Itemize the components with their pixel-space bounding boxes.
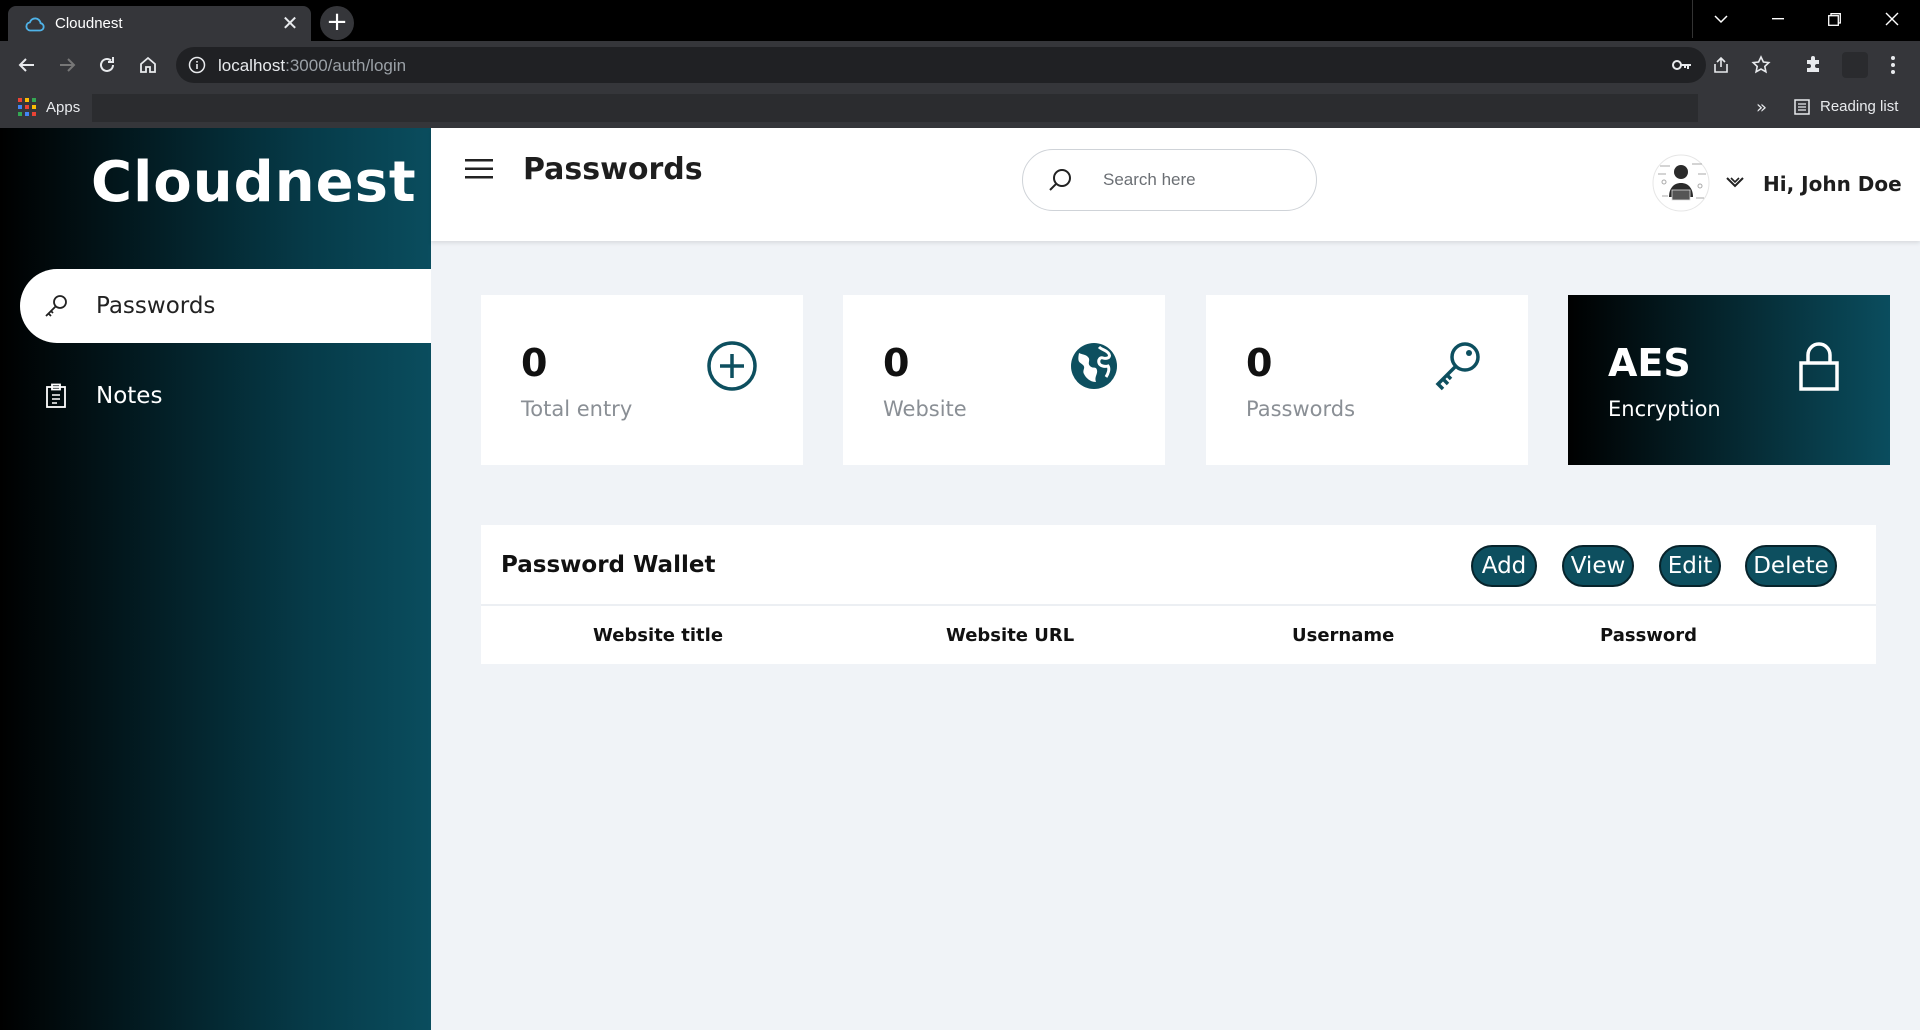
address-bar[interactable]: localhost:3000/auth/login	[176, 47, 1771, 83]
url-host: localhost	[218, 56, 286, 75]
browser-menu-icon[interactable]	[1878, 50, 1908, 80]
browser-tab-strip: Cloudnest ✕ +	[0, 0, 1920, 41]
apps-bookmark[interactable]: Apps	[18, 98, 80, 116]
close-window-icon[interactable]	[1863, 0, 1920, 38]
page-title: Passwords	[523, 152, 703, 187]
search-input[interactable]	[1103, 168, 1293, 192]
stat-card-total-entry: 0 Total entry	[481, 295, 803, 465]
stat-label: Encryption	[1608, 397, 1721, 421]
reading-list-icon	[1794, 98, 1810, 115]
tab-title: Cloudnest	[55, 15, 123, 32]
add-button[interactable]: Add	[1471, 545, 1537, 587]
tab-search-icon[interactable]	[1692, 0, 1749, 38]
view-button[interactable]: View	[1562, 545, 1634, 587]
password-wallet-panel: Password Wallet Add View Edit Delete Web…	[481, 525, 1876, 664]
wallet-title: Password Wallet	[501, 552, 716, 578]
stat-value: 0	[521, 341, 548, 385]
sidebar-item-label: Passwords	[96, 293, 216, 319]
new-tab-button[interactable]: +	[320, 6, 354, 40]
column-header-website-title[interactable]: Website title	[593, 625, 723, 646]
user-avatar[interactable]	[1652, 152, 1710, 214]
bookmark-star-icon[interactable]	[1751, 55, 1771, 75]
apps-label: Apps	[46, 98, 81, 116]
clipboard-icon	[42, 382, 70, 410]
window-controls	[1692, 0, 1920, 38]
share-icon[interactable]	[1711, 55, 1731, 75]
stat-card-encryption: AES Encryption	[1568, 295, 1890, 465]
sidebar-item-passwords[interactable]: Passwords	[20, 269, 431, 343]
browser-toolbar: localhost:3000/auth/login	[0, 41, 1920, 89]
url-path: :3000/auth/login	[285, 56, 407, 75]
globe-icon	[1071, 343, 1117, 389]
browser-tab[interactable]: Cloudnest ✕	[8, 6, 311, 41]
cloud-favicon-icon	[25, 17, 45, 32]
forward-icon[interactable]	[52, 50, 82, 80]
table-header-row: Website title Website URL Username Passw…	[481, 608, 1876, 664]
url-text: localhost:3000/auth/login	[218, 56, 406, 76]
stat-value: 0	[883, 341, 910, 385]
sidebar: Cloudnest Passwords Notes	[0, 128, 431, 1030]
password-key-icon[interactable]	[1672, 55, 1692, 75]
stat-value: 0	[1246, 341, 1273, 385]
search-icon	[1049, 169, 1071, 191]
hamburger-menu-icon[interactable]	[465, 158, 493, 180]
tab-close-icon[interactable]: ✕	[279, 12, 301, 34]
user-greeting[interactable]: Hi, John Doe	[1763, 172, 1902, 196]
lock-icon	[1799, 342, 1839, 391]
brand-logo: Cloudnest	[91, 150, 417, 215]
column-header-website-url[interactable]: Website URL	[946, 625, 1074, 646]
back-icon[interactable]	[12, 50, 42, 80]
wallet-header: Password Wallet Add View Edit Delete	[481, 525, 1876, 606]
extensions-icon[interactable]	[1798, 50, 1828, 80]
key-icon	[42, 292, 70, 320]
info-icon[interactable]	[188, 56, 206, 74]
stat-value: AES	[1608, 341, 1691, 385]
reading-list-label: Reading list	[1820, 98, 1899, 115]
search-box[interactable]	[1022, 149, 1317, 211]
minimize-icon[interactable]	[1749, 0, 1806, 38]
column-header-username[interactable]: Username	[1292, 625, 1394, 646]
delete-button[interactable]: Delete	[1745, 545, 1837, 587]
stat-label: Website	[883, 397, 967, 421]
edit-button[interactable]: Edit	[1659, 545, 1721, 587]
profile-avatar[interactable]	[1842, 52, 1868, 78]
plus-circle-icon	[707, 341, 757, 391]
sidebar-item-label: Notes	[96, 383, 163, 409]
reading-list-button[interactable]: Reading list	[1794, 98, 1898, 115]
home-icon[interactable]	[133, 50, 163, 80]
chevron-down-icon[interactable]	[1726, 175, 1744, 189]
app-root: Cloudnest Passwords Notes Passwords Sear…	[0, 128, 1920, 1030]
reload-icon[interactable]	[92, 50, 122, 80]
key-icon	[1435, 342, 1480, 391]
stat-card-website: 0 Website	[843, 295, 1165, 465]
bookmarks-bar: Apps » Reading list	[0, 89, 1920, 128]
stat-card-passwords: 0 Passwords	[1206, 295, 1528, 465]
apps-grid-icon	[18, 98, 36, 116]
stat-label: Passwords	[1246, 397, 1356, 421]
top-bar: Passwords Hi, John Doe	[431, 128, 1920, 241]
bookmarks-area	[92, 94, 1698, 122]
column-header-password[interactable]: Password	[1600, 625, 1697, 646]
bookmarks-overflow-button[interactable]: »	[1756, 97, 1767, 118]
sidebar-item-notes[interactable]: Notes	[20, 359, 431, 433]
stat-label: Total entry	[521, 397, 633, 421]
restore-icon[interactable]	[1806, 0, 1863, 38]
